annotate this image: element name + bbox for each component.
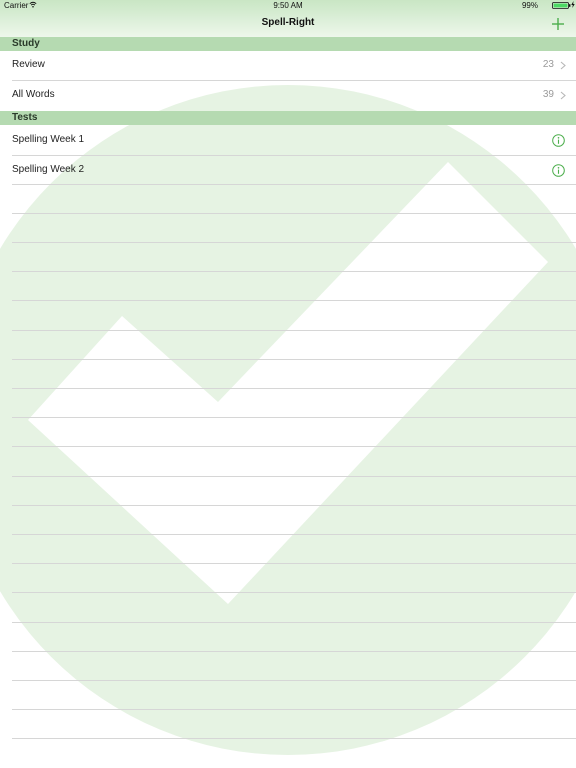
- info-icon[interactable]: [552, 134, 565, 147]
- navigation-bar: Spell-Right: [0, 12, 576, 37]
- divider: [12, 184, 576, 185]
- list-item-spelling-week-1[interactable]: Spelling Week 1: [0, 126, 576, 155]
- status-bar: Carrier 9:50 AM 99%: [0, 0, 576, 12]
- add-button[interactable]: [548, 14, 568, 34]
- row-label: Review: [12, 59, 45, 70]
- divider: [12, 680, 576, 681]
- divider: [12, 330, 576, 331]
- battery-percentage: 99%: [521, 1, 538, 10]
- row-label: Spelling Week 1: [12, 134, 85, 145]
- divider: [12, 651, 576, 652]
- chevron-right-icon: [560, 61, 566, 70]
- divider: [12, 388, 576, 389]
- divider: [12, 505, 576, 506]
- plus-icon: [552, 18, 564, 30]
- section-title: Study: [12, 38, 40, 49]
- divider: [12, 534, 576, 535]
- info-icon[interactable]: [552, 164, 565, 177]
- page-title: Spell-Right: [261, 17, 315, 28]
- chevron-right-icon: [560, 91, 566, 100]
- divider: [12, 592, 576, 593]
- row-count: 39: [542, 89, 554, 100]
- divider: [12, 622, 576, 623]
- divider: [12, 417, 576, 418]
- divider: [12, 213, 576, 214]
- divider: [12, 738, 576, 739]
- divider: [12, 709, 576, 710]
- list-item-all-words[interactable]: All Words 39: [0, 81, 576, 110]
- row-label: Spelling Week 2: [12, 164, 85, 175]
- divider: [12, 242, 576, 243]
- divider: [12, 271, 576, 272]
- list-item-spelling-week-2[interactable]: Spelling Week 2: [0, 156, 576, 185]
- divider: [12, 446, 576, 447]
- charging-bolt-icon: [571, 1, 575, 8]
- row-count: 23: [542, 59, 554, 70]
- divider: [12, 359, 576, 360]
- clock: 9:50 AM: [273, 1, 303, 10]
- row-label: All Words: [12, 89, 55, 100]
- divider: [12, 300, 576, 301]
- divider: [12, 476, 576, 477]
- divider: [12, 563, 576, 564]
- battery-icon: [552, 2, 571, 9]
- section-title: Tests: [12, 112, 38, 123]
- section-header-tests: Tests: [0, 111, 576, 125]
- list-item-review[interactable]: Review 23: [0, 51, 576, 80]
- section-header-study: Study: [0, 37, 576, 51]
